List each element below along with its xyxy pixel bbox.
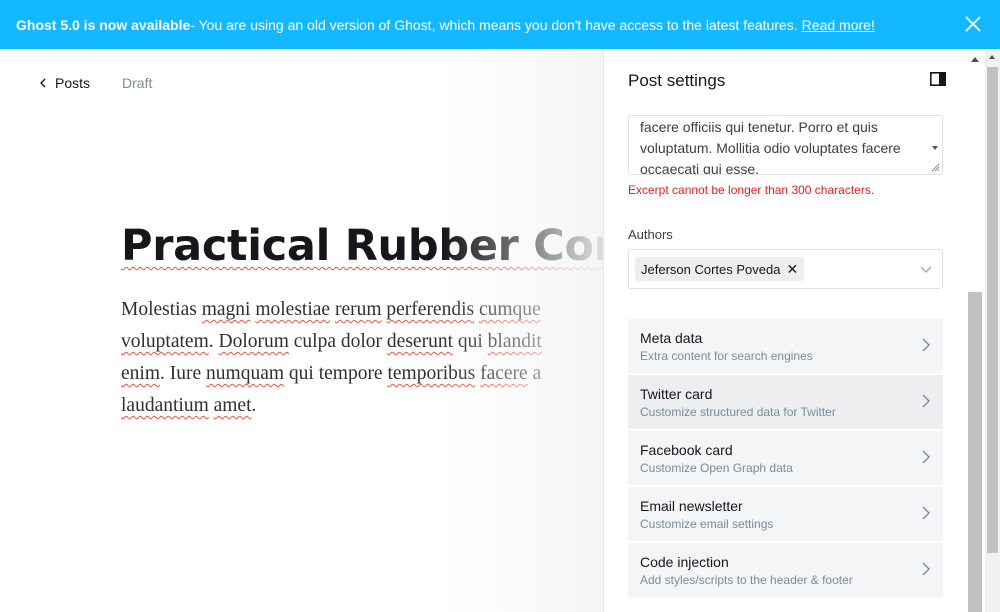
body-token: blandit: [487, 331, 542, 352]
author-token: Jeferson Cortes Poveda ✕: [635, 257, 805, 281]
breadcrumb: Posts Draft: [40, 75, 152, 91]
body-token: voluptatem: [121, 331, 209, 352]
read-more-link[interactable]: Read more!: [802, 17, 875, 33]
page-scrollbar-thumb[interactable]: [987, 67, 998, 553]
page-scrollbar[interactable]: [985, 49, 1000, 612]
body-token: qui: [452, 331, 488, 352]
body-token: culpa dolor: [288, 331, 387, 352]
nav-item-email-newsletter[interactable]: Email newsletter Customize email settings: [628, 487, 943, 541]
body-token: deserunt: [386, 331, 453, 352]
page-scroll-up-icon[interactable]: [989, 55, 995, 59]
chevron-down-icon[interactable]: [920, 264, 932, 274]
body-line: voluptatem. Dolorum culpa dolor deserunt…: [121, 326, 603, 358]
excerpt-error: Excerpt cannot be longer than 300 charac…: [628, 183, 875, 197]
chevron-left-icon: [40, 78, 46, 88]
body-token: enim: [121, 363, 160, 384]
chevron-right-icon: [922, 338, 930, 352]
sidebar-toggle-icon[interactable]: [930, 72, 946, 86]
post-editor[interactable]: Posts Draft Practical Rubber Com Molesti…: [0, 49, 603, 612]
nav-item-title: Twitter card: [640, 386, 713, 402]
nav-item-subtitle: Extra content for search engines: [640, 349, 813, 363]
body-token: a: [527, 363, 542, 384]
body-token: perferendis: [386, 299, 475, 320]
nav-item-subtitle: Customize structured data for Twitter: [640, 405, 836, 419]
body-token: numquam: [206, 363, 285, 384]
settings-nav-list: Meta data Extra content for search engine…: [628, 319, 943, 599]
body-token: molestiae: [255, 299, 331, 320]
nav-item-title: Meta data: [640, 330, 703, 346]
nav-item-meta-data[interactable]: Meta data Extra content for search engine…: [628, 319, 943, 373]
resize-grip-icon[interactable]: [931, 163, 940, 172]
body-line: laudantium amet.: [121, 390, 603, 422]
scroll-down-icon[interactable]: [932, 146, 938, 150]
author-name: Jeferson Cortes Poveda: [641, 261, 781, 277]
post-status: Draft: [122, 75, 153, 91]
close-icon[interactable]: [964, 15, 982, 33]
back-to-posts-link[interactable]: Posts: [40, 75, 90, 91]
nav-item-title: Facebook card: [640, 442, 733, 458]
chevron-right-icon: [922, 450, 930, 464]
body-token: qui tempore: [284, 363, 388, 384]
post-body[interactable]: Molestias magni molestiae rerum perferen…: [121, 294, 603, 422]
body-token: temporibus: [387, 363, 476, 384]
body-line: Molestias magni molestiae rerum perferen…: [121, 294, 603, 326]
body-token: Molestias: [121, 299, 202, 320]
scrollbar-thumb[interactable]: [968, 292, 982, 612]
body-token: cumque: [478, 299, 541, 320]
post-settings-panel: Post settings facere officiis qui tenetu…: [603, 49, 1000, 612]
panel-title: Post settings: [628, 71, 726, 90]
nav-item-code-injection[interactable]: Code injection Add styles/scripts to the …: [628, 543, 943, 597]
body-token: Dolorum: [218, 331, 289, 352]
chevron-right-icon: [922, 394, 930, 408]
banner-message: - You are using an old version of Ghost,…: [190, 16, 798, 33]
update-banner: Ghost 5.0 is now available - You are usi…: [0, 0, 1000, 49]
nav-item-subtitle: Add styles/scripts to the header & foote…: [640, 573, 853, 587]
authors-label: Authors: [628, 227, 673, 242]
body-token: .: [251, 395, 257, 416]
body-token: magni: [201, 299, 251, 320]
body-token: facere: [480, 363, 528, 384]
nav-item-facebook-card[interactable]: Facebook card Customize Open Graph data: [628, 431, 943, 485]
remove-author-icon[interactable]: ✕: [786, 261, 798, 278]
scroll-up-icon[interactable]: [971, 57, 979, 62]
nav-item-subtitle: Customize Open Graph data: [640, 461, 793, 475]
post-title[interactable]: Practical Rubber Com: [121, 221, 603, 271]
chevron-right-icon: [922, 506, 930, 520]
body-token: laudantium: [121, 395, 209, 416]
body-line: enim. Iure numquam qui tempore temporibu…: [121, 358, 603, 390]
chevron-right-icon: [922, 562, 930, 576]
back-label: Posts: [55, 75, 91, 91]
nav-item-twitter-card[interactable]: Twitter card Customize structured data fo…: [628, 375, 943, 429]
nav-item-title: Code injection: [640, 554, 729, 570]
body-token: . Iure: [160, 363, 207, 384]
body-token: amet: [213, 395, 252, 416]
body-token: rerum: [334, 299, 382, 320]
excerpt-text: facere officiis qui tenetur. Porro et qu…: [640, 119, 901, 175]
panel-scrollbar[interactable]: [965, 49, 985, 612]
authors-select[interactable]: Jeferson Cortes Poveda ✕: [628, 249, 943, 289]
excerpt-textarea[interactable]: facere officiis qui tenetur. Porro et qu…: [628, 115, 943, 175]
banner-headline: Ghost 5.0 is now available: [16, 16, 191, 33]
nav-item-title: Email newsletter: [640, 498, 743, 514]
nav-item-subtitle: Customize email settings: [640, 517, 774, 531]
